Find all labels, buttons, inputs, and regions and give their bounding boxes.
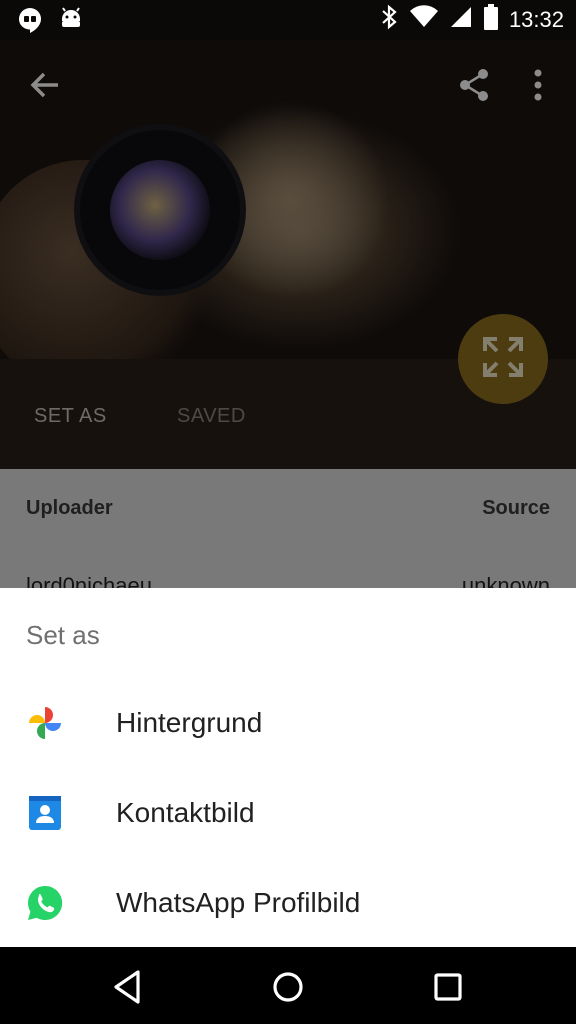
home-nav-icon[interactable] xyxy=(266,965,310,1009)
option-hintergrund[interactable]: Hintergrund xyxy=(0,678,576,768)
back-nav-icon[interactable] xyxy=(106,965,150,1009)
status-bar: 13:32 xyxy=(0,0,576,40)
option-whatsapp-profilbild[interactable]: WhatsApp Profilbild xyxy=(0,858,576,948)
google-photos-icon xyxy=(26,704,64,742)
android-debug-icon xyxy=(58,7,84,38)
recents-nav-icon[interactable] xyxy=(426,965,470,1009)
set-as-sheet: Set as Hintergrund Kontaktbild WhatsApp … xyxy=(0,588,576,947)
clock: 13:32 xyxy=(508,6,564,32)
option-kontaktbild[interactable]: Kontaktbild xyxy=(0,768,576,858)
whatsapp-icon xyxy=(26,884,64,922)
sheet-title: Set as xyxy=(26,620,100,650)
wifi-icon xyxy=(409,5,439,34)
contacts-icon xyxy=(26,794,64,832)
scrim[interactable] xyxy=(0,0,576,588)
navigation-bar xyxy=(0,947,576,1024)
option-label: Kontaktbild xyxy=(116,797,255,828)
signal-icon xyxy=(449,5,473,34)
battery-icon xyxy=(483,4,499,35)
hangouts-icon xyxy=(16,6,44,39)
bluetooth-icon xyxy=(379,4,399,35)
option-label: WhatsApp Profilbild xyxy=(116,887,361,918)
option-label: Hintergrund xyxy=(116,707,263,738)
